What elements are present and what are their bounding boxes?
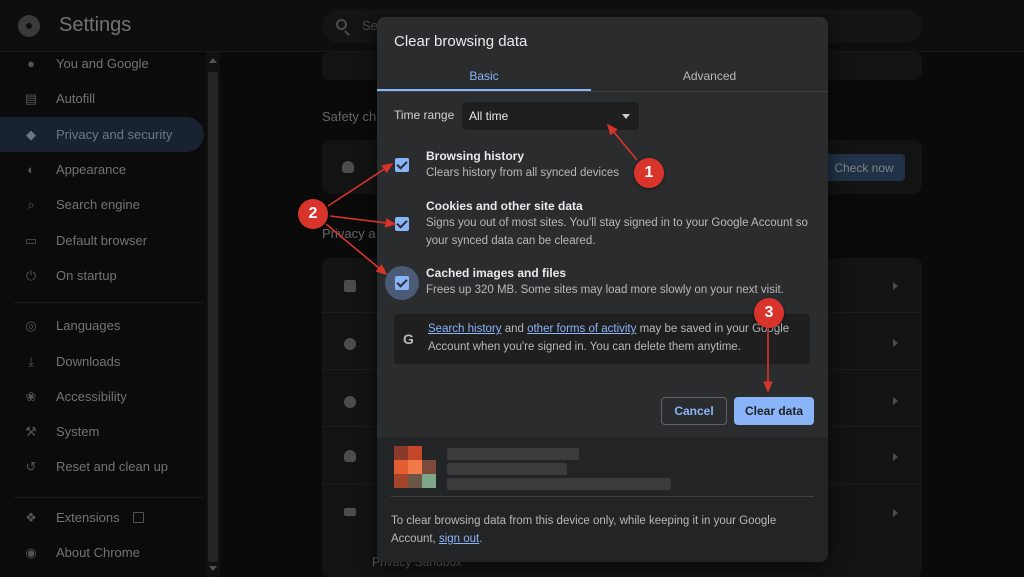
annotation-arrows (325, 123, 773, 393)
annotation-marker-3: 3 (754, 298, 784, 328)
settings-window: Settings Search settings ●You and Google… (0, 0, 1024, 577)
annotation-marker-2: 2 (298, 199, 328, 229)
annotation-marker-1: 1 (634, 158, 664, 188)
